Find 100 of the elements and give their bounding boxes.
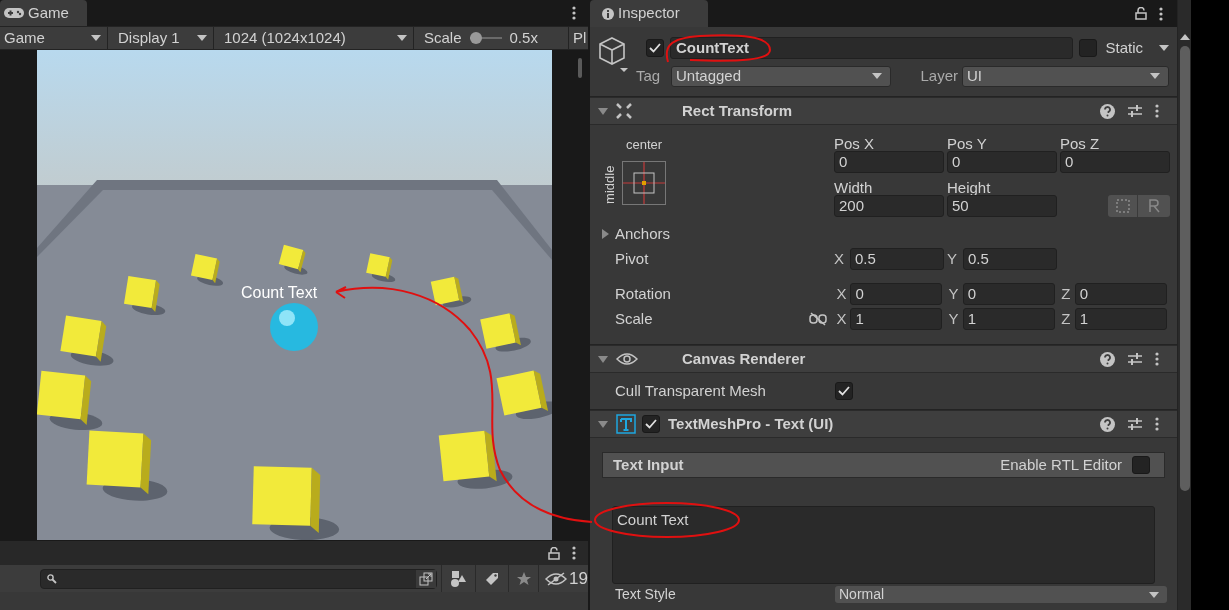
tag-dropdown[interactable]: Untagged: [671, 65, 891, 87]
number-field[interactable]: 1: [962, 308, 1055, 331]
field-label: Pos Z: [1060, 134, 1101, 151]
text-input-area[interactable]: Count Text: [612, 506, 1155, 584]
caret-icon: [872, 73, 882, 79]
axis-label: X: [835, 309, 848, 329]
layer-dropdown[interactable]: UI: [962, 65, 1169, 87]
blueprint-mode-button[interactable]: [1108, 195, 1138, 217]
search-field[interactable]: [40, 568, 437, 589]
scroll-up-icon: [1180, 34, 1190, 40]
inspector-tab[interactable]: Inspector: [590, 0, 708, 27]
game-overlay-text: Count Text: [241, 283, 318, 303]
dropdown[interactable]: Game: [0, 27, 108, 49]
caret-icon: [397, 35, 407, 41]
expand-button[interactable]: [415, 569, 436, 588]
dropdown[interactable]: Display 1: [108, 27, 214, 49]
number-field[interactable]: 1: [1074, 308, 1167, 331]
more-options-icon: [1159, 6, 1163, 21]
property-label: Pivot: [615, 249, 650, 269]
shapes-icon: [450, 570, 467, 587]
caret-icon: [1149, 591, 1159, 598]
more-options-icon: [1155, 352, 1159, 366]
play-mode-button[interactable]: Pl: [569, 27, 588, 49]
more-options-icon: [572, 6, 576, 20]
help-icon: [1100, 103, 1115, 119]
field-label: Pos X: [834, 134, 876, 151]
number-field[interactable]: 0: [834, 151, 944, 173]
scale-value: 0.5x: [509, 27, 538, 48]
number-field[interactable]: 50: [947, 195, 1057, 217]
property-label: Text Style: [615, 585, 677, 604]
text-component-icon: [616, 414, 636, 434]
lock-icon: [1135, 7, 1147, 20]
field-label: Height: [947, 178, 992, 195]
number-field[interactable]: 0.5: [963, 248, 1057, 271]
field-label: Width: [834, 178, 874, 195]
checkbox[interactable]: [1132, 456, 1150, 474]
name-field[interactable]: CountText: [670, 37, 1074, 59]
more-options-icon: [1155, 104, 1159, 118]
component-title: Canvas Renderer: [682, 348, 806, 369]
anchor-horizontal-label: center: [625, 136, 663, 154]
axis-label: X: [834, 249, 845, 269]
axis-label: Y: [947, 249, 958, 269]
number-field[interactable]: 0: [962, 283, 1055, 306]
property-label: Cull Transparent Mesh: [615, 380, 767, 401]
caret-icon: [1150, 73, 1160, 79]
anchor-vertical-label: middle: [601, 165, 619, 205]
number-field[interactable]: 1: [850, 308, 943, 331]
hidden-eye-icon: [545, 571, 568, 586]
sliders-icon: [1128, 417, 1142, 431]
number-field[interactable]: 0: [947, 151, 1057, 173]
active-checkbox[interactable]: [646, 39, 664, 57]
static-label: Static: [1105, 37, 1143, 58]
enabled-checkbox[interactable]: [642, 415, 660, 433]
raw-edit-icon: [1148, 199, 1160, 213]
scrollbar-thumb[interactable]: [1180, 46, 1190, 491]
component-title: Rect Transform: [682, 100, 793, 121]
number-field[interactable]: 0: [1074, 283, 1167, 306]
more-options-icon: [572, 546, 576, 560]
popout-icon: [418, 571, 433, 586]
field-label: Pos Y: [947, 134, 988, 151]
caret-icon: [1159, 45, 1169, 51]
sliders-icon: [1128, 352, 1142, 366]
number-field[interactable]: 0: [1060, 151, 1170, 173]
dashed-square-icon: [1115, 199, 1130, 213]
axis-label: Y: [947, 284, 960, 304]
section-title: Text Input: [613, 454, 684, 475]
more-options-icon: [1155, 417, 1159, 431]
anchor-preset-button[interactable]: [622, 160, 666, 205]
axis-label: Y: [947, 309, 960, 329]
property-label: Scale: [615, 309, 654, 329]
gamepad-icon: [4, 7, 24, 19]
static-checkbox[interactable]: [1079, 39, 1098, 57]
eye-icon: [616, 352, 638, 366]
component-title: TextMeshPro - Text (UI): [668, 413, 834, 434]
property-label: Enable RTL Editor: [1000, 454, 1122, 475]
sliders-icon: [1128, 104, 1142, 118]
axis-label: Z: [1060, 284, 1072, 304]
scrollbar[interactable]: [578, 58, 582, 78]
caret-icon: [197, 35, 207, 41]
help-icon: [1100, 351, 1115, 367]
text-style-dropdown[interactable]: Normal: [835, 586, 1167, 603]
scale-slider[interactable]: [469, 32, 502, 44]
axis-label: Z: [1060, 309, 1072, 329]
tag-icon: [484, 571, 499, 586]
anchor-arrows-icon: [616, 103, 632, 119]
checkbox[interactable]: [835, 382, 853, 400]
lock-icon: [548, 546, 560, 560]
number-field[interactable]: 0: [850, 283, 943, 306]
info-icon: [602, 7, 614, 20]
number-field[interactable]: 0.5: [850, 248, 944, 271]
axis-label: X: [835, 284, 848, 304]
layer-label: Layer: [920, 65, 958, 86]
number-field[interactable]: 200: [834, 195, 944, 217]
property-label: Rotation: [615, 284, 672, 304]
dropdown[interactable]: 1024 (1024x1024): [214, 27, 414, 49]
game-tab[interactable]: Game: [0, 0, 87, 26]
anchors-foldout[interactable]: Anchors: [600, 223, 671, 246]
help-icon: [1100, 416, 1115, 432]
star-icon: [516, 571, 531, 586]
tag-label: Tag: [636, 65, 662, 86]
